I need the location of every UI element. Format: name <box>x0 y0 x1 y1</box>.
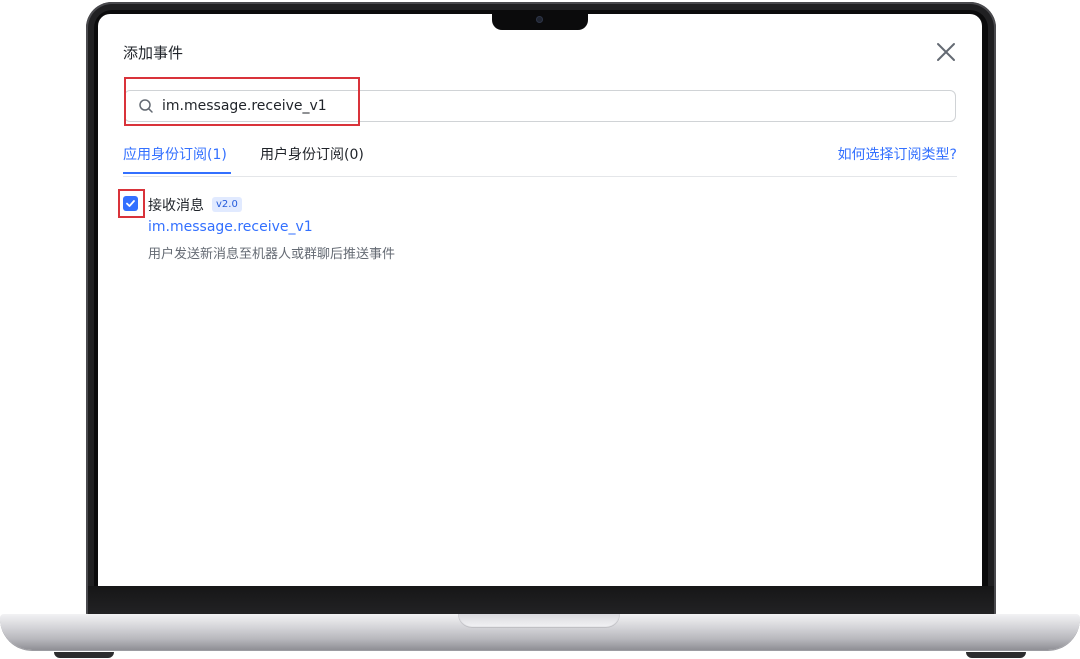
laptop-frame: 添加事件 应用身份订阅(1) 用户身份订阅(0) 如何选择订阅类型? <box>0 0 1080 659</box>
camera-notch <box>492 12 588 30</box>
search-icon <box>138 98 154 114</box>
event-description: 用户发送新消息至机器人或群聊后推送事件 <box>148 247 396 262</box>
base-notch <box>458 614 620 628</box>
check-icon <box>126 200 135 207</box>
laptop-foot-left <box>54 652 114 658</box>
search-box[interactable] <box>124 90 956 122</box>
modal-title: 添加事件 <box>123 44 184 62</box>
tab-bar: 应用身份订阅(1) 用户身份订阅(0) 如何选择订阅类型? <box>123 142 957 177</box>
tab-user-identity[interactable]: 用户身份订阅(0) <box>260 144 364 172</box>
close-icon[interactable] <box>934 40 958 64</box>
camera-icon <box>536 16 543 23</box>
help-link-subscription-type[interactable]: 如何选择订阅类型? <box>838 144 957 164</box>
active-tab-indicator <box>123 172 231 174</box>
tab-app-identity[interactable]: 应用身份订阅(1) <box>123 144 227 172</box>
search-input[interactable] <box>162 98 922 114</box>
event-checkbox[interactable] <box>123 196 138 211</box>
version-badge: v2.0 <box>212 197 242 212</box>
event-name: 接收消息 <box>148 198 204 214</box>
screen-bottom-bezel <box>88 586 994 614</box>
event-key: im.message.receive_v1 <box>148 219 313 235</box>
laptop-base <box>0 614 1080 650</box>
screen: 添加事件 应用身份订阅(1) 用户身份订阅(0) 如何选择订阅类型? <box>98 14 982 586</box>
event-item: 接收消息 v2.0 im.message.receive_v1 用户发送新消息至… <box>123 194 823 274</box>
laptop-foot-right <box>966 652 1026 658</box>
